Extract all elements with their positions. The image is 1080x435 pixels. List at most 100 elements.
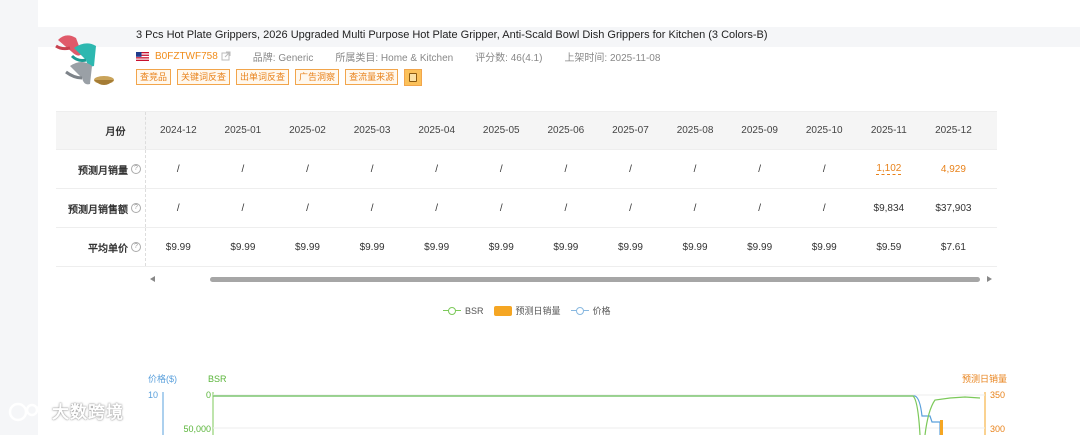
monthly-table: 月份 2024-12 2025-01 2025-02 2025-03 2025-… xyxy=(56,111,997,267)
sales-link[interactable]: 1,102 xyxy=(857,150,922,188)
asin-link[interactable]: B0FZTWF758 xyxy=(155,51,218,62)
table-cell: $9.99 xyxy=(553,241,579,253)
price-tick: 10 xyxy=(148,390,158,400)
table-cell: / xyxy=(370,202,374,214)
help-icon[interactable]: ? xyxy=(131,203,141,213)
month-col: 2025-01 xyxy=(224,125,262,136)
tag-competitors[interactable]: 查竞品 xyxy=(136,69,172,85)
table-cell: $9.99 xyxy=(165,241,191,253)
horizontal-scrollbar[interactable] xyxy=(160,277,982,282)
tag-order-keyword-reverse[interactable]: 出单词反查 xyxy=(236,69,290,85)
table-cell: $9,834 xyxy=(873,202,905,214)
trend-chart[interactable]: 价格($) BSR 预测日销量 10 0 50,000 350 300 xyxy=(0,320,1080,435)
scroll-left-arrow[interactable] xyxy=(150,276,155,282)
listed-date: 上架时间: 2025-11-08 xyxy=(564,52,661,64)
month-col: 2024-12 xyxy=(159,125,197,136)
table-cell: / xyxy=(822,202,826,214)
table-cell: / xyxy=(176,202,180,214)
us-flag-icon xyxy=(136,51,149,61)
table-cell: / xyxy=(629,163,632,175)
table-cell: $9.99 xyxy=(424,241,450,253)
price-axis-title: 价格($) xyxy=(148,373,177,384)
table-cell: / xyxy=(758,163,762,175)
top-card xyxy=(38,0,1080,27)
table-cell: $7.61 xyxy=(940,241,966,253)
help-icon[interactable]: ? xyxy=(131,164,141,174)
chart-legend: BSR 预测日销量 价格 xyxy=(443,304,611,317)
table-cell: / xyxy=(435,163,439,175)
table-cell: $9.99 xyxy=(811,241,837,253)
table-cell: / xyxy=(758,202,762,214)
month-col: 2025-11 xyxy=(870,125,907,136)
bsr-legend-icon xyxy=(443,306,461,315)
sales-bar xyxy=(940,420,943,435)
brand: 品牌: Generic xyxy=(252,52,314,64)
price-legend-icon xyxy=(570,306,589,315)
month-col: 2025-10 xyxy=(805,125,843,136)
table-cell: / xyxy=(693,202,697,214)
table-row: 预测月销售额? / / / / / / / / / / / $9,834 $37… xyxy=(56,189,997,228)
month-col: 2025-09 xyxy=(741,125,778,136)
sales-axis-title: 预测日销量 xyxy=(962,373,1007,384)
scroll-right-arrow[interactable] xyxy=(987,276,992,282)
table-cell: / xyxy=(370,163,374,175)
legend-price[interactable]: 价格 xyxy=(570,304,611,317)
bsr-axis-title: BSR xyxy=(208,374,227,384)
table-cell: $9.99 xyxy=(617,241,643,253)
month-col: 2025-06 xyxy=(547,125,585,136)
table-cell: / xyxy=(693,163,697,175)
legend-bsr[interactable]: BSR xyxy=(443,306,484,316)
table-cell: / xyxy=(176,163,180,175)
month-col: 2025-07 xyxy=(612,125,649,136)
month-col: 2025-04 xyxy=(418,125,456,136)
sales-tick: 350 xyxy=(990,390,1005,400)
action-tags: 查竞品 关键词反查 出单词反查 广告洞察 查流量来源 xyxy=(136,69,423,86)
table-cell: / xyxy=(306,163,309,175)
bsr-tick: 50,000 xyxy=(183,424,211,434)
rating: 评分数: 46(4.1) xyxy=(475,52,543,64)
table-cell: / xyxy=(564,202,568,214)
sales-legend-icon xyxy=(493,305,512,316)
table-cell: / xyxy=(822,163,826,175)
tag-ad-insights[interactable]: 广告洞察 xyxy=(295,69,340,85)
table-cell: $9.99 xyxy=(230,241,256,253)
row-label: 预测月销量? xyxy=(56,150,146,188)
table-cell: / xyxy=(241,202,245,214)
product-image[interactable] xyxy=(52,26,118,92)
month-col: 2025-12 xyxy=(935,125,972,136)
month-col: 2025-08 xyxy=(676,125,714,136)
scrollbar-thumb[interactable] xyxy=(210,277,980,282)
table-row: 平均单价? $9.99 $9.99 $9.99 $9.99 $9.99 $9.9… xyxy=(56,228,997,267)
help-icon[interactable]: ? xyxy=(131,242,141,252)
product-title[interactable]: 3 Pcs Hot Plate Grippers, 2026 Upgraded … xyxy=(136,29,768,41)
table-cell: $37,903 xyxy=(935,202,972,214)
row-label: 预测月销售额? xyxy=(56,189,146,227)
table-cell: $9.99 xyxy=(294,241,320,253)
table-cell: / xyxy=(499,163,503,175)
price-series-line xyxy=(213,395,941,435)
table-cell: / xyxy=(306,202,309,214)
table-cell: $9.99 xyxy=(359,241,385,253)
month-col: 2025-03 xyxy=(353,125,391,136)
table-cell: / xyxy=(435,202,439,214)
calculator-icon[interactable] xyxy=(404,69,423,86)
legend-sales[interactable]: 预测日销量 xyxy=(493,304,561,317)
watermark-logo-icon xyxy=(8,402,48,421)
category: 所属类目: Home & Kitchen xyxy=(335,52,454,64)
table-cell: $9.99 xyxy=(682,241,708,253)
table-cell: $9.99 xyxy=(747,241,773,253)
table-cell: / xyxy=(564,163,568,175)
table-cell: / xyxy=(499,202,503,214)
table-row: 预测月销量? / / / / / / / / / / / 1,102 4,929 xyxy=(56,150,997,189)
external-link-icon[interactable] xyxy=(221,51,231,61)
tag-traffic-source[interactable]: 查流量来源 xyxy=(345,69,399,85)
tag-keyword-reverse[interactable]: 关键词反查 xyxy=(177,69,231,85)
row-label: 平均单价? xyxy=(56,228,146,266)
table-cell: $9.99 xyxy=(488,241,514,253)
table-header-row: 月份 2024-12 2025-01 2025-02 2025-03 2025-… xyxy=(56,112,997,150)
bsr-tick: 0 xyxy=(206,390,211,400)
sales-link[interactable]: 4,929 xyxy=(921,150,986,188)
product-meta: B0FZTWF758 品牌: Generic 所属类目: Home & Kitc… xyxy=(136,49,682,64)
watermark: 大数跨境 xyxy=(8,398,124,423)
table-cell: / xyxy=(629,202,632,214)
